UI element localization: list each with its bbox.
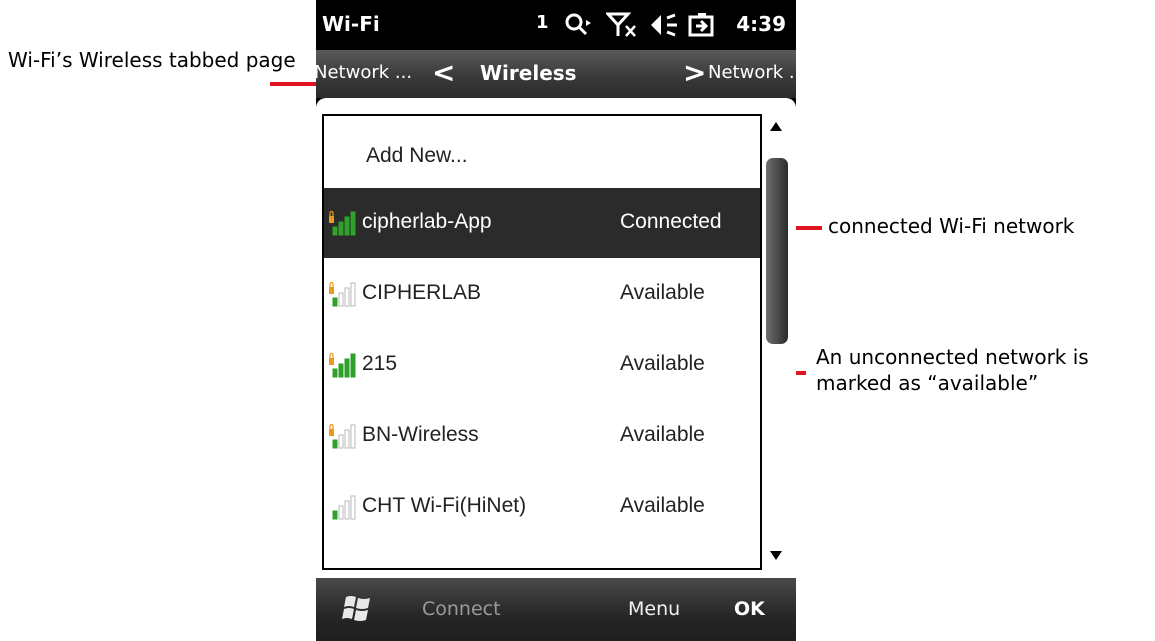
scroll-down-arrow-icon[interactable]: [770, 551, 782, 560]
network-ssid: 215: [362, 352, 398, 375]
windows-start-icon[interactable]: [340, 594, 376, 628]
tab-next[interactable]: Network ...: [708, 62, 806, 83]
signal-indicator: 1: [536, 12, 549, 33]
wifi-signal-icon: [332, 495, 356, 520]
network-ssid: CIPHERLAB: [362, 281, 482, 304]
network-status: Connected: [620, 210, 722, 233]
scroll-thumb[interactable]: [766, 158, 788, 344]
no-signal-icon[interactable]: [604, 12, 638, 43]
list-item-add-new[interactable]: Add New...: [324, 116, 760, 186]
annotation-tab-page-line: [270, 82, 320, 86]
network-status: Available: [620, 423, 705, 446]
list-item-network[interactable]: CIPHERLAB Available: [324, 259, 760, 329]
menu-bar: Connect Menu OK: [316, 578, 796, 641]
device-screen: Wi-Fi 1 4:39 Network ... < Wireless > Ne…: [314, 0, 806, 641]
tab-prev[interactable]: Network ...: [314, 62, 412, 83]
list-item-network[interactable]: CHT Wi-Fi(HiNet) Available: [324, 472, 760, 542]
add-new-label: Add New...: [366, 144, 468, 167]
list-item-network[interactable]: 215 Available: [324, 330, 760, 400]
annotation-connected: connected Wi-Fi network: [828, 214, 1075, 238]
tab-bar: Network ... < Wireless > Network ...: [314, 50, 806, 98]
chevron-right-icon[interactable]: >: [683, 56, 706, 89]
tab-wireless[interactable]: Wireless: [480, 61, 577, 85]
network-status: Available: [620, 352, 705, 375]
list-item-network[interactable]: BN-Wireless Available: [324, 401, 760, 471]
content-area: Add New... cipherlab-App Connected CIPHERL…: [316, 98, 796, 578]
network-status: Available: [620, 494, 705, 517]
battery-charging-icon[interactable]: [688, 12, 716, 43]
network-ssid: BN-Wireless: [362, 423, 479, 446]
network-ssid: CHT Wi-Fi(HiNet): [362, 494, 527, 517]
network-list[interactable]: Add New... cipherlab-App Connected CIPHERL…: [322, 114, 762, 570]
connectivity-icon[interactable]: [564, 12, 594, 43]
clock: 4:39: [736, 12, 786, 36]
volume-icon[interactable]: [649, 12, 679, 43]
menu-softkey[interactable]: Menu: [628, 598, 680, 620]
network-status: Available: [620, 281, 705, 304]
annotation-tab-page: Wi-Fi’s Wireless tabbed page: [8, 48, 296, 72]
ok-button[interactable]: OK: [734, 598, 765, 620]
wifi-signal-icon: [329, 352, 356, 378]
wifi-signal-icon: [329, 210, 356, 236]
chevron-left-icon[interactable]: <: [432, 56, 455, 89]
connect-softkey[interactable]: Connect: [422, 598, 501, 620]
status-bar: Wi-Fi 1 4:39: [316, 0, 796, 50]
network-ssid: cipherlab-App: [362, 210, 492, 233]
status-title: Wi-Fi: [322, 12, 380, 36]
scroll-up-arrow-icon[interactable]: [770, 122, 782, 131]
annotation-unconnected: An unconnected network is marked as “ava…: [816, 345, 1089, 395]
scrollbar[interactable]: [762, 114, 792, 570]
wifi-signal-icon: [329, 423, 356, 449]
list-item-network[interactable]: cipherlab-App Connected: [324, 188, 760, 258]
wifi-signal-icon: [329, 281, 356, 307]
